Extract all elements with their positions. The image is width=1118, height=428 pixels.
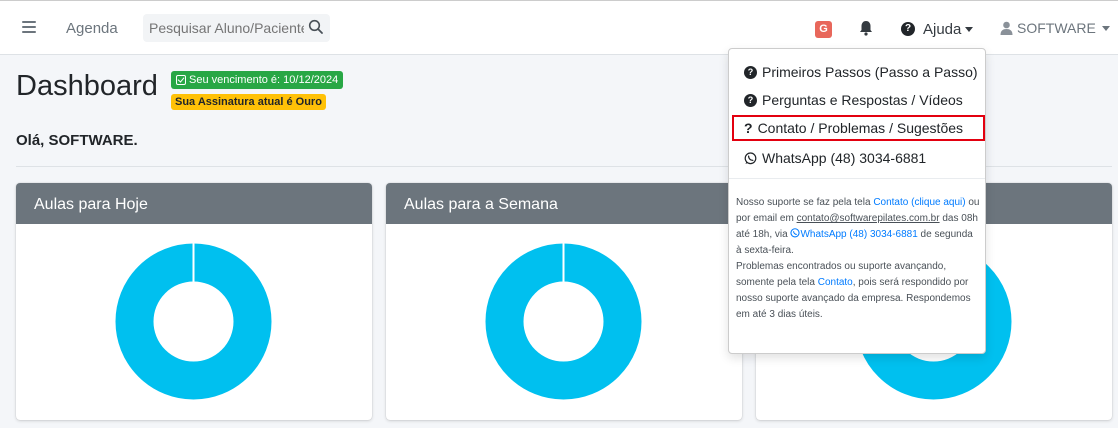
due-date-text: Seu vencimento é: 10/12/2024	[189, 74, 339, 86]
help-dropdown-menu: ? Primeiros Passos (Passo a Passo) ? Per…	[728, 48, 986, 354]
whatsapp-icon	[744, 151, 757, 164]
whatsapp-link[interactable]: WhatsApp (48) 3034-6881	[790, 228, 918, 240]
contato-link-2[interactable]: Contato	[818, 277, 853, 288]
support-info-text: Nosso suporte se faz pela tela Contato (…	[736, 195, 980, 323]
help-menu-toggle[interactable]: ? Ajuda	[901, 20, 974, 38]
user-label: SOFTWARE	[1017, 20, 1096, 36]
whatsapp-icon	[790, 228, 801, 238]
plan-badge: Sua Assinatura atual é Ouro	[171, 94, 326, 110]
dropdown-divider	[729, 178, 985, 179]
menu-item-label: WhatsApp (48) 3034-6881	[762, 150, 927, 166]
card-aulas-hoje: Aulas para Hoje	[16, 183, 372, 420]
menu-toggle-icon[interactable]	[22, 21, 36, 33]
whatsapp-link-label: WhatsApp (48) 3034-6881	[800, 229, 918, 240]
question-circle-icon: ?	[901, 22, 915, 36]
question-mark-icon: ?	[744, 120, 753, 136]
caret-down-icon	[965, 26, 974, 32]
menu-item-contato[interactable]: ? Contato / Problemas / Sugestões	[732, 115, 985, 141]
user-icon	[1000, 21, 1013, 35]
card-title: Aulas para a Semana	[386, 183, 742, 224]
nav-link-agenda[interactable]: Agenda	[66, 20, 118, 37]
caret-down-icon	[1101, 25, 1110, 31]
donut-chart	[115, 243, 272, 400]
contato-link[interactable]: Contato (clique aqui)	[873, 197, 965, 208]
email-link[interactable]: contato@softwarepilates.com.br	[797, 213, 940, 224]
greeting-text: Olá, SOFTWARE.	[16, 132, 138, 149]
search-input[interactable]	[149, 18, 304, 38]
menu-item-label: Primeiros Passos (Passo a Passo)	[762, 64, 978, 80]
top-navbar: Agenda G ? Ajuda SOFTWARE	[0, 0, 1118, 55]
bell-icon[interactable]	[859, 20, 873, 36]
card-aulas-semana: Aulas para a Semana	[386, 183, 742, 420]
page-title: Dashboard	[16, 70, 158, 102]
question-circle-icon: ?	[744, 65, 757, 79]
menu-item-label: Perguntas e Respostas / Vídeos	[762, 92, 963, 108]
search-box	[143, 14, 330, 42]
user-menu-toggle[interactable]: SOFTWARE	[1000, 20, 1110, 36]
info-text: Nosso suporte se faz pela tela	[736, 197, 874, 208]
donut-chart	[485, 243, 642, 400]
menu-item-primeiros-passos[interactable]: ? Primeiros Passos (Passo a Passo)	[729, 59, 985, 85]
g-app-icon[interactable]: G	[815, 21, 832, 38]
question-circle-icon: ?	[744, 93, 757, 107]
card-title: Aulas para Hoje	[16, 183, 372, 224]
due-date-badge: Seu vencimento é: 10/12/2024	[171, 71, 344, 89]
search-icon[interactable]	[308, 19, 324, 35]
menu-item-whatsapp[interactable]: WhatsApp (48) 3034-6881	[729, 145, 985, 171]
menu-item-perguntas-videos[interactable]: ? Perguntas e Respostas / Vídeos	[729, 87, 985, 113]
check-square-icon	[176, 75, 186, 85]
menu-item-label: Contato / Problemas / Sugestões	[757, 120, 964, 136]
help-label: Ajuda	[923, 20, 962, 38]
